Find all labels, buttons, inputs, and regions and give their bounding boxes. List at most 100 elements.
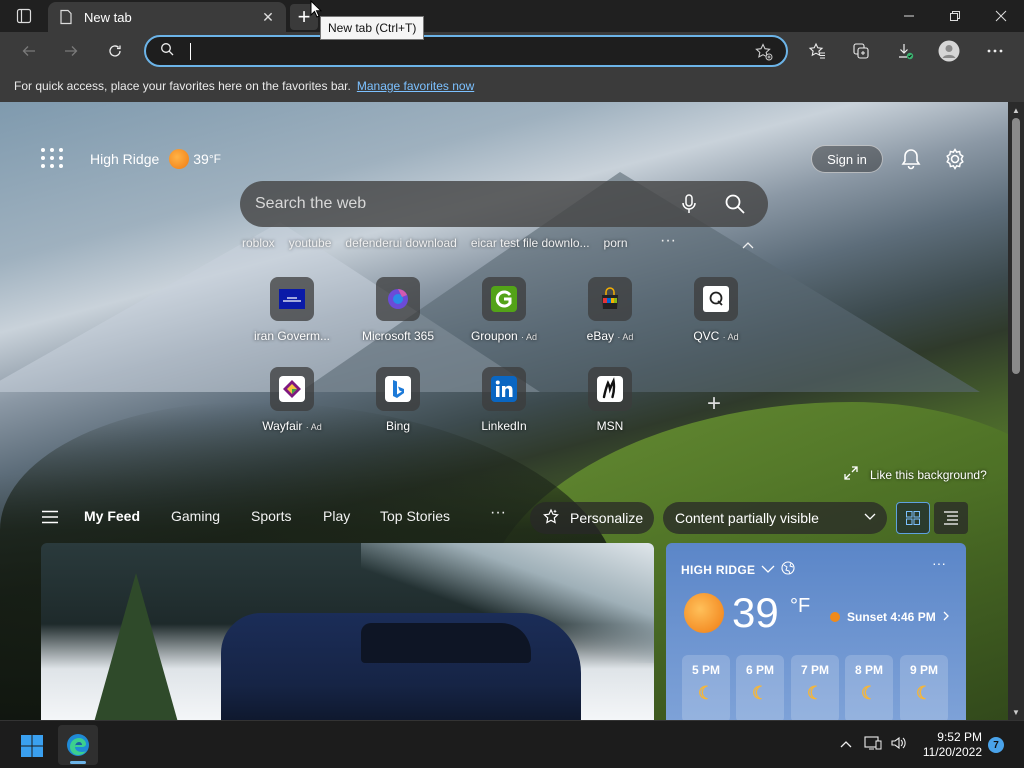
close-window-button[interactable] (978, 0, 1024, 32)
hamburger-menu-icon[interactable] (40, 510, 60, 524)
chevron-right-icon (942, 610, 950, 624)
suggestion-item[interactable]: defenderui download (345, 236, 456, 250)
hourly-forecast-item[interactable]: 9 PM ☾ (900, 655, 948, 720)
scroll-down-arrow[interactable]: ▼ (1008, 704, 1024, 720)
favorites-icon[interactable] (802, 36, 832, 66)
pine-tree (91, 573, 181, 720)
favorites-bar: For quick access, place your favorites h… (0, 70, 1024, 102)
hourly-forecast-item[interactable]: 6 PM ☾ (736, 655, 784, 720)
refresh-button[interactable] (100, 36, 130, 66)
grid-view-button[interactable] (896, 502, 930, 534)
sunset-info[interactable]: Sunset 4:46 PM (830, 610, 950, 624)
ad-badge: · Ad (521, 332, 538, 342)
tab-gaming[interactable]: Gaming (171, 508, 220, 524)
hourly-forecast-item[interactable]: 7 PM ☾ (791, 655, 839, 720)
weather-location[interactable]: HIGH RIDGE (681, 561, 795, 578)
address-bar[interactable] (144, 35, 788, 67)
quick-link-tile[interactable]: MSN (558, 367, 662, 433)
sign-in-button[interactable]: Sign in (811, 145, 883, 173)
more-suggestions-icon[interactable]: ··· (660, 232, 676, 250)
microphone-icon[interactable] (678, 193, 700, 215)
add-favorite-icon[interactable] (754, 42, 774, 62)
quick-link-tile[interactable]: QVC · Ad (664, 277, 768, 343)
collections-icon[interactable] (846, 36, 876, 66)
browser-toolbar (0, 32, 1024, 70)
suggestion-item[interactable]: youtube (289, 236, 332, 250)
suggestion-item[interactable]: porn (604, 236, 628, 250)
settings-gear-icon[interactable] (942, 146, 968, 172)
downloads-icon[interactable] (890, 36, 920, 66)
quick-link-tile[interactable]: Groupon · Ad (452, 277, 556, 343)
manage-favorites-link[interactable]: Manage favorites now (357, 79, 474, 93)
collapse-chevron-up-icon[interactable] (742, 236, 754, 252)
volume-icon[interactable] (890, 735, 908, 754)
web-search-input[interactable] (255, 195, 655, 213)
content-visibility-select[interactable]: Content partially visible (663, 502, 887, 534)
ebay-icon (588, 277, 632, 321)
chevron-down-icon (761, 563, 775, 577)
mouse-cursor-icon (310, 0, 322, 18)
notifications-bell-icon[interactable] (898, 146, 924, 172)
weather-card[interactable]: HIGH RIDGE ··· 39 °F Sunset 4:46 PM 5 PM… (666, 543, 966, 720)
app-launcher-icon[interactable] (38, 146, 66, 170)
quick-link-tile[interactable]: LinkedIn (452, 367, 556, 433)
tab-my-feed[interactable]: My Feed (84, 508, 140, 524)
minimize-button[interactable] (886, 0, 932, 32)
tab-play[interactable]: Play (323, 508, 350, 524)
weather-widget[interactable]: High Ridge 39 °F (90, 149, 221, 169)
quick-link-tile[interactable]: iran Goverm... (240, 277, 344, 343)
tab-new-tab[interactable]: New tab ✕ (48, 2, 286, 32)
content-visibility-value: Content partially visible (675, 510, 819, 526)
system-clock[interactable]: 9:52 PM 11/20/2022 (918, 730, 982, 760)
add-shortcut-button[interactable]: + (700, 390, 728, 418)
sunset-time: Sunset 4:46 PM (847, 610, 936, 624)
news-hero-card[interactable] (41, 543, 654, 720)
personalize-label: Personalize (570, 510, 644, 526)
new-tab-page: High Ridge 39 °F Sign in roblox youtube … (0, 102, 1008, 720)
sun-icon (169, 149, 190, 169)
ad-badge: · Ad (305, 422, 322, 432)
tab-sports[interactable]: Sports (251, 508, 291, 524)
more-menu-icon[interactable] (980, 36, 1010, 66)
tab-actions-icon[interactable] (10, 6, 38, 26)
suggestion-item[interactable]: roblox (242, 236, 275, 250)
expand-icon (844, 466, 858, 483)
moon-icon: ☾ (915, 683, 933, 703)
back-button[interactable] (14, 36, 44, 66)
linkedin-icon (482, 367, 526, 411)
forward-button[interactable] (56, 36, 86, 66)
page-scrollbar[interactable]: ▲ ▼ (1008, 102, 1024, 720)
windows-start-icon[interactable] (20, 734, 44, 758)
tile-label: Groupon (470, 329, 518, 343)
profile-avatar[interactable] (934, 36, 964, 66)
tile-label: iran Goverm... (253, 329, 331, 343)
personalize-button[interactable]: Personalize (530, 502, 654, 534)
list-view-button[interactable] (934, 502, 968, 534)
tab-top-stories[interactable]: Top Stories (380, 508, 450, 524)
restore-button[interactable] (932, 0, 978, 32)
quick-link-tile[interactable]: Wayfair · Ad (240, 367, 344, 433)
search-icon[interactable] (724, 193, 746, 215)
suggestion-item[interactable]: eicar test file downlo... (471, 236, 590, 250)
like-background-link[interactable]: Like this background? (844, 466, 987, 483)
active-indicator (70, 761, 86, 764)
network-icon[interactable] (864, 735, 882, 754)
hourly-forecast-item[interactable]: 8 PM ☾ (845, 655, 893, 720)
weather-more-icon[interactable]: ··· (932, 555, 946, 571)
scroll-up-arrow[interactable]: ▲ (1008, 102, 1024, 118)
personalize-star-icon (542, 508, 560, 529)
notification-count-badge[interactable]: 7 (988, 737, 1004, 753)
edge-taskbar-icon[interactable] (58, 725, 98, 765)
chevron-up-icon[interactable] (840, 735, 852, 751)
tab-close-icon[interactable]: ✕ (260, 9, 276, 25)
quick-link-tile[interactable]: Bing (346, 367, 450, 433)
quick-link-tile[interactable]: Microsoft 365 (346, 277, 450, 343)
web-search-box[interactable] (240, 181, 768, 227)
hourly-forecast-item[interactable]: 5 PM ☾ (682, 655, 730, 720)
more-tabs-icon[interactable]: ··· (490, 504, 506, 522)
tile-label: QVC (693, 329, 720, 343)
address-input[interactable] (193, 43, 713, 59)
scroll-thumb[interactable] (1012, 118, 1020, 374)
clock-date: 11/20/2022 (922, 745, 982, 759)
quick-link-tile[interactable]: eBay · Ad (558, 277, 662, 343)
